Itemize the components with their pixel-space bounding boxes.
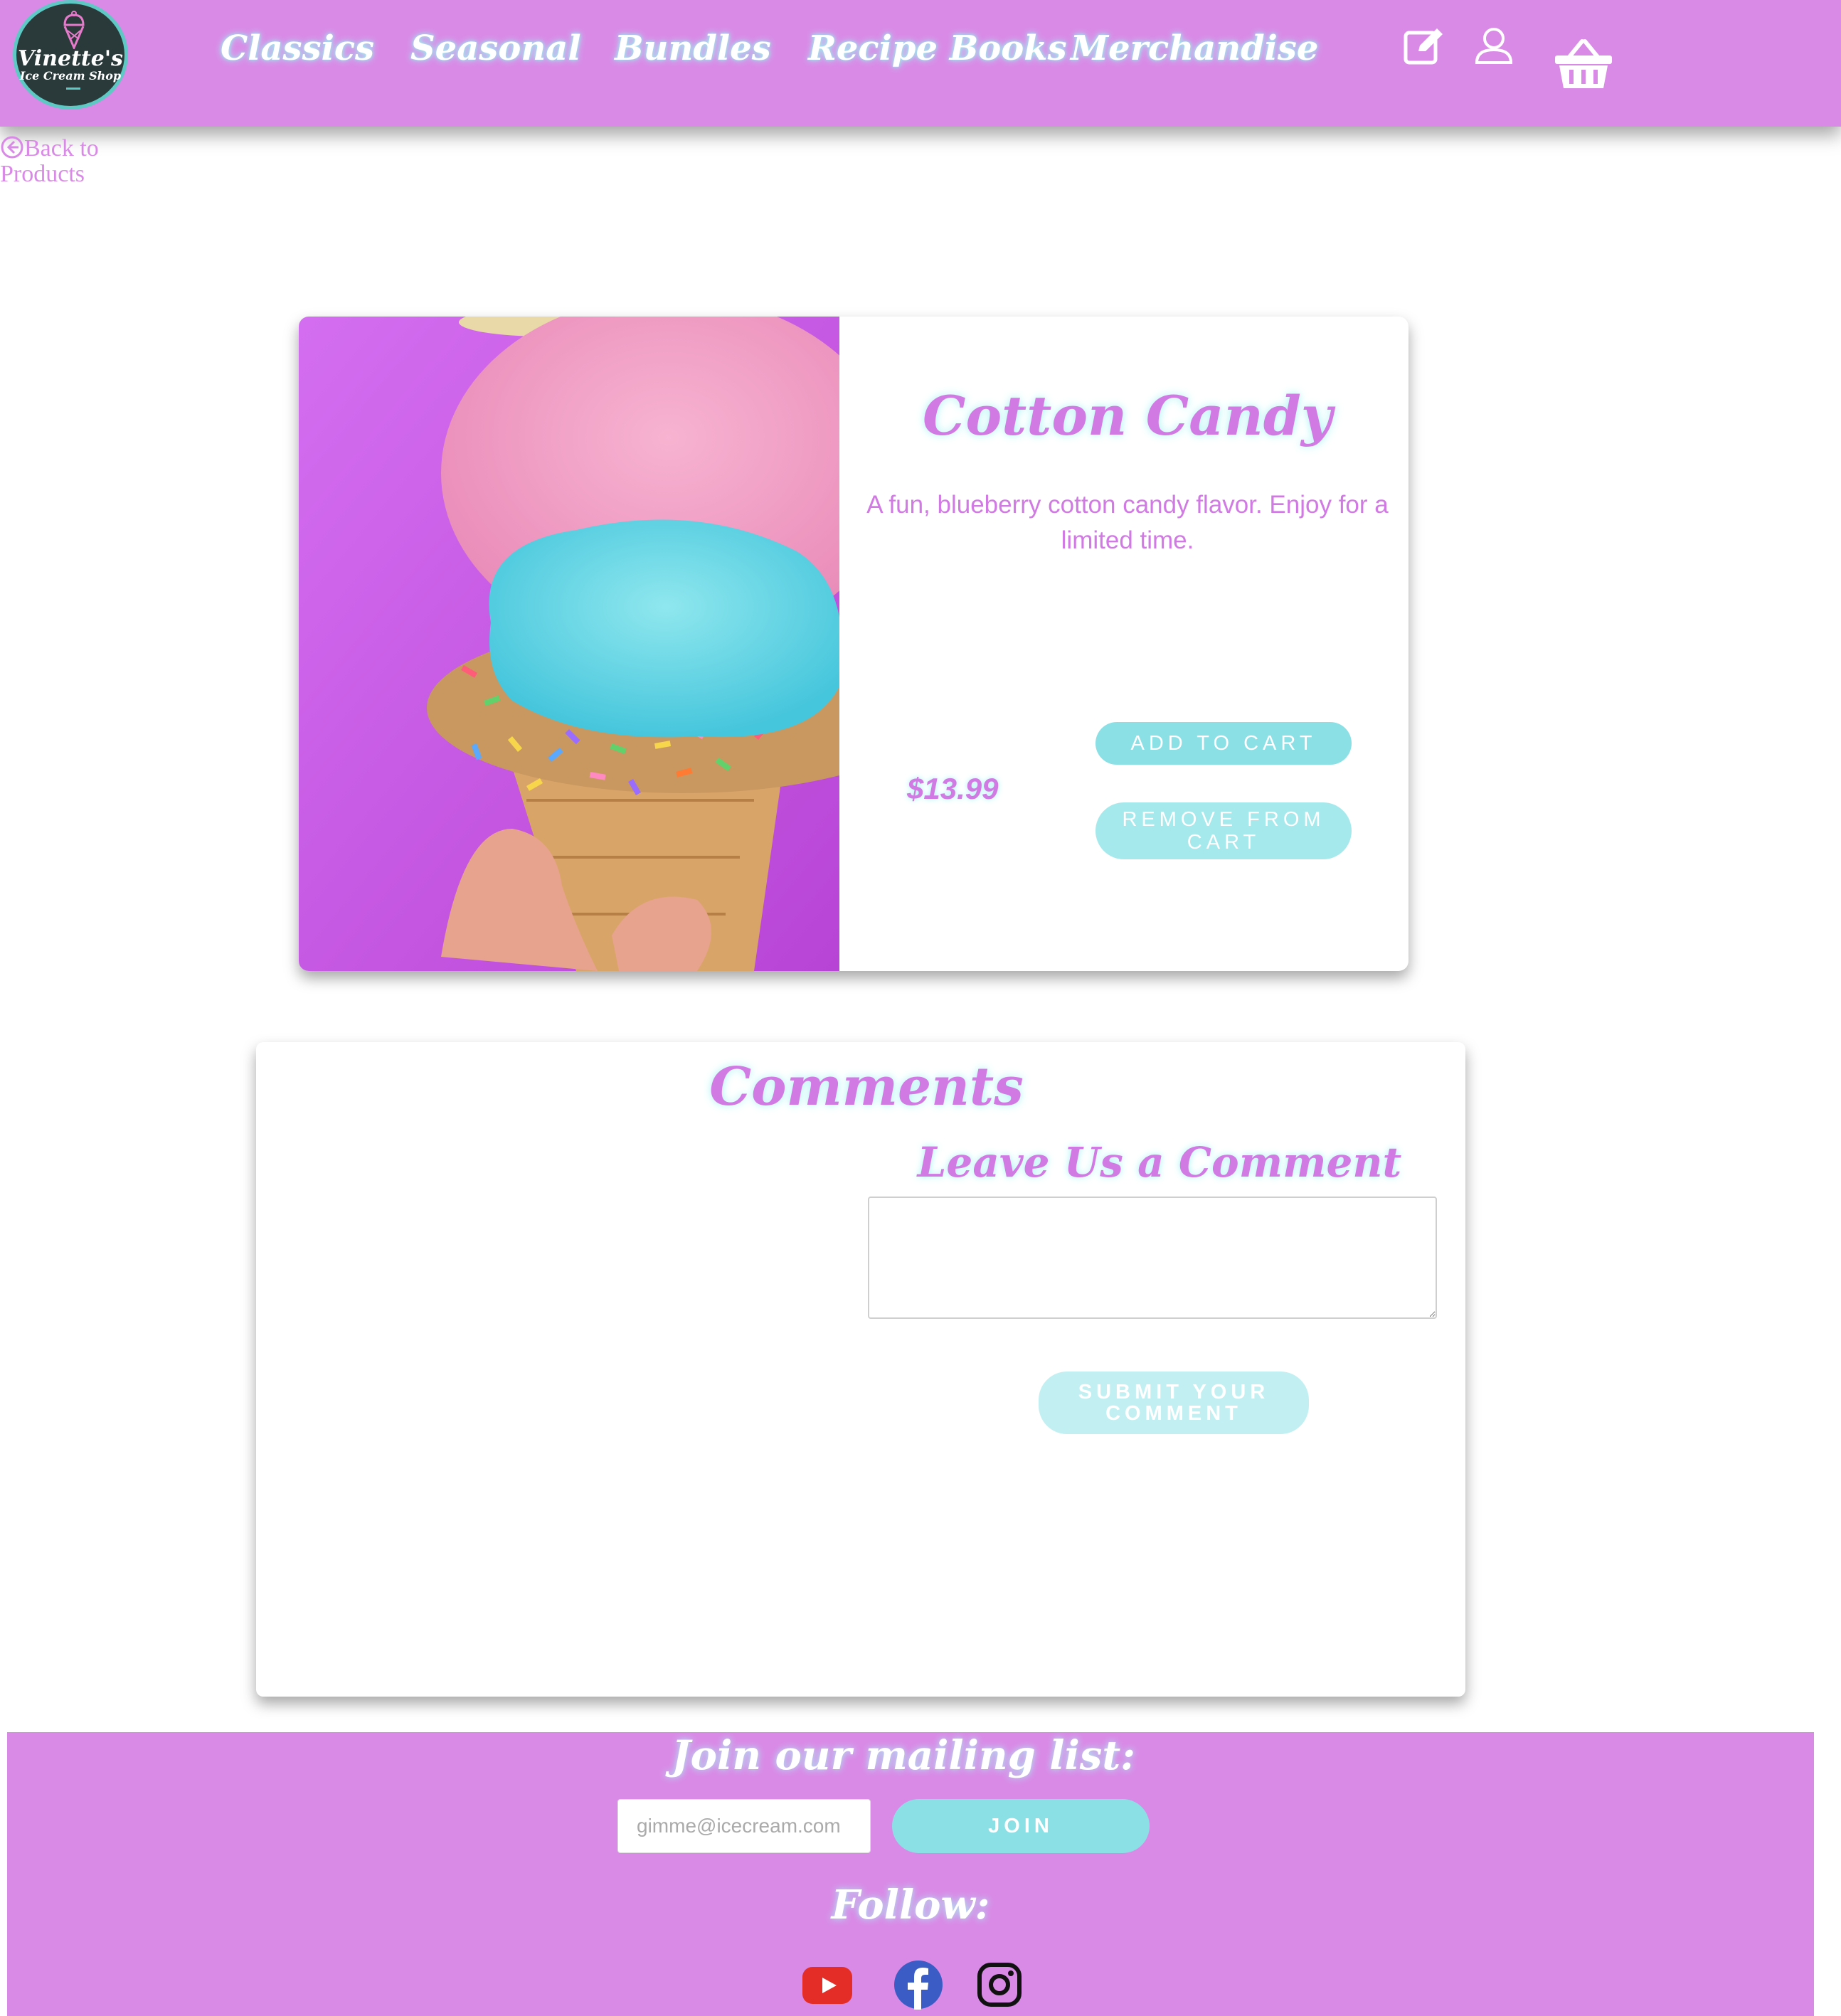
comments-card: Comments Leave Us a Comment SUBMIT YOUR … <box>256 1042 1465 1697</box>
product-description: A fun, blueberry cotton candy flavor. En… <box>866 491 1389 554</box>
youtube-icon[interactable] <box>802 1967 852 2004</box>
mailing-list-title: Join our mailing list: <box>672 1732 1135 1779</box>
submit-comment-button[interactable]: SUBMIT YOUR COMMENT <box>1039 1372 1309 1434</box>
nav-recipe-books[interactable]: Recipe Books <box>808 28 1067 68</box>
basket-icon[interactable] <box>1554 38 1613 90</box>
comments-title: Comments <box>709 1056 1024 1118</box>
email-input[interactable] <box>617 1799 871 1853</box>
facebook-icon[interactable] <box>893 1960 943 2010</box>
footer: Join our mailing list: JOIN Follow: <box>7 1732 1814 2016</box>
navbar: Vinette's Ice Cream Shop Classics Season… <box>0 0 1841 127</box>
comment-textarea[interactable] <box>868 1197 1437 1319</box>
edit-icon[interactable] <box>1403 26 1445 65</box>
instagram-icon[interactable] <box>977 1963 1022 2007</box>
ice-cream-cone-icon <box>63 11 85 49</box>
product-name: Cotton Candy <box>922 384 1333 447</box>
add-to-cart-button[interactable]: ADD TO CART <box>1095 722 1352 765</box>
shop-logo[interactable]: Vinette's Ice Cream Shop <box>13 0 128 110</box>
leave-comment-heading: Leave Us a Comment <box>917 1138 1402 1187</box>
logo-divider <box>66 87 80 90</box>
nav-merchandise[interactable]: Merchandise <box>1071 28 1318 68</box>
nav-seasonal[interactable]: Seasonal <box>410 28 581 68</box>
nav-bundles[interactable]: Bundles <box>615 28 771 68</box>
product-card: Cotton Candy A fun, blueberry cotton can… <box>299 317 1408 971</box>
logo-name: Vinette's <box>18 46 123 71</box>
nav-classics[interactable]: Classics <box>221 28 374 68</box>
join-button[interactable]: JOIN <box>892 1799 1150 1853</box>
remove-from-cart-button[interactable]: REMOVE FROM CART <box>1095 802 1352 859</box>
back-to-products-link[interactable]: Back to Products <box>0 135 107 187</box>
user-icon[interactable] <box>1474 26 1514 65</box>
product-price: $13.99 <box>907 772 999 805</box>
logo-subtitle: Ice Cream Shop <box>19 69 122 83</box>
product-image <box>299 317 839 971</box>
follow-title: Follow: <box>831 1882 990 1929</box>
arrow-left-circle-icon <box>1 136 23 159</box>
